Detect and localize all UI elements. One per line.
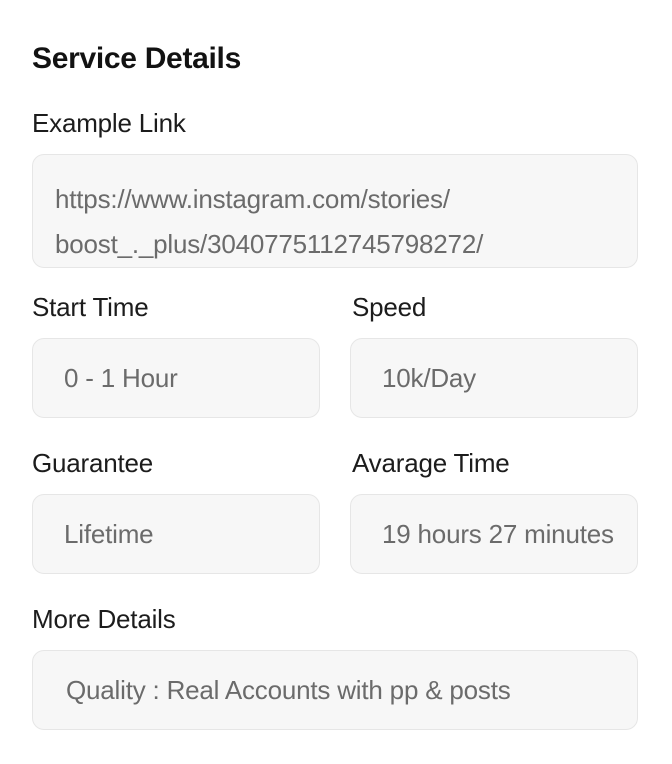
speed-label: Speed (352, 292, 427, 322)
average-time-label: Avarage Time (352, 448, 510, 478)
speed-field[interactable]: 10k/Day (350, 338, 638, 418)
example-link-value-line1: https://www.instagram.com/stories/ (55, 184, 450, 214)
guarantee-value: Lifetime (64, 518, 154, 549)
section-title: Service Details (32, 42, 241, 75)
example-link-label: Example Link (32, 108, 186, 138)
start-time-field[interactable]: 0 - 1 Hour (32, 338, 320, 418)
average-time-value: 19 hours 27 minutes (382, 518, 614, 549)
more-details-label: More Details (32, 604, 176, 634)
start-time-label: Start Time (32, 292, 149, 322)
guarantee-field[interactable]: Lifetime (32, 494, 320, 574)
average-time-field[interactable]: 19 hours 27 minutes (350, 494, 638, 574)
speed-value: 10k/Day (382, 362, 476, 393)
start-time-value: 0 - 1 Hour (64, 362, 178, 393)
example-link-field[interactable]: https://www.instagram.com/stories/ boost… (32, 154, 638, 268)
more-details-value: Quality : Real Accounts with pp & posts (66, 674, 511, 705)
more-details-field[interactable]: Quality : Real Accounts with pp & posts (32, 650, 638, 730)
example-link-value-line2: boost_._plus/3040775112745798272/ (55, 229, 484, 259)
guarantee-label: Guarantee (32, 448, 154, 478)
